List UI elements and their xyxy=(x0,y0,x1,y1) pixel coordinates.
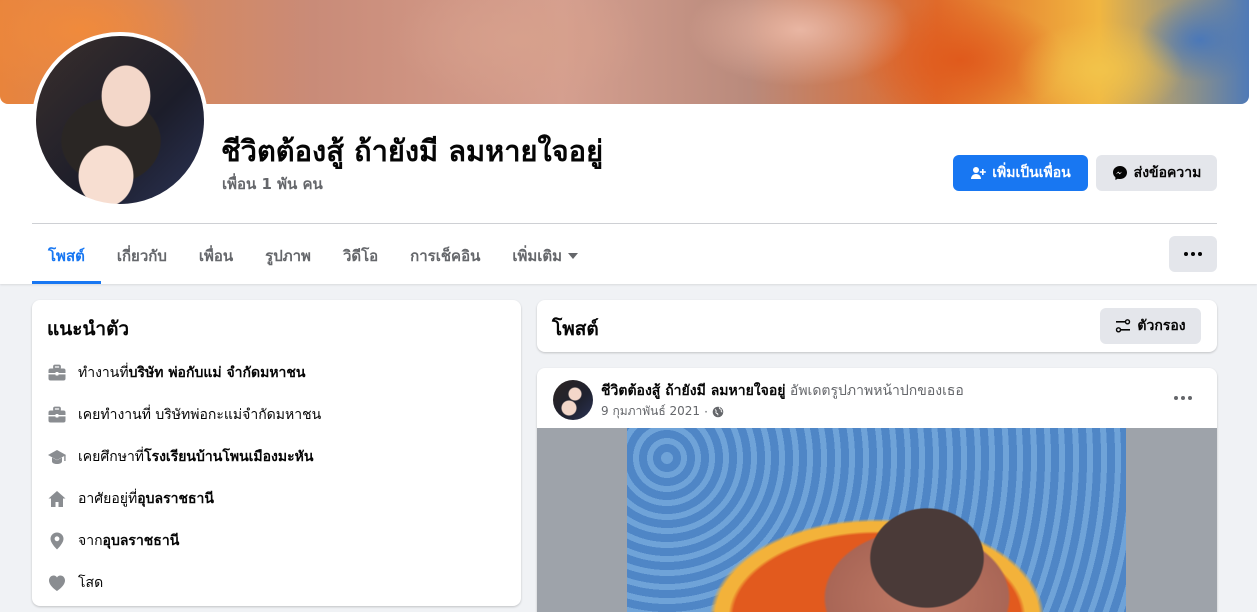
intro-work-prefix: ทำงานที่ xyxy=(78,365,129,381)
filter-button[interactable]: ตัวกรอง xyxy=(1100,308,1201,344)
post-card: ชีวิตต้องสู้ ถ้ายังมี ลมหายใจอยู่ อัพเดต… xyxy=(537,368,1217,612)
intro-item-education: เคยศึกษาที่ โรงเรียนบ้านโพนเมืองมะหัน xyxy=(46,436,321,478)
ellipsis-icon xyxy=(1184,252,1188,256)
divider xyxy=(32,223,1217,224)
posts-header-card: โพสต์ ตัวกรอง xyxy=(537,300,1217,352)
graduation-cap-icon xyxy=(46,446,68,468)
profile-header: ชีวิตต้องสู้ ถ้ายังมี ลมหายใจอยู่ เพื่อน… xyxy=(0,0,1257,284)
post-photo[interactable] xyxy=(627,428,1126,612)
filter-label: ตัวกรอง xyxy=(1137,318,1186,334)
caret-down-icon xyxy=(568,253,579,259)
post-header: ชีวิตต้องสู้ ถ้ายังมี ลมหายใจอยู่ อัพเดต… xyxy=(601,380,964,402)
more-options-button[interactable] xyxy=(1169,236,1217,272)
ellipsis-dot xyxy=(1191,252,1195,256)
intro-list: ทำงานที่ บริษัท พ่อกับแม่ จำกัดมหาชน เคย… xyxy=(46,352,321,604)
intro-education-value[interactable]: โรงเรียนบ้านโพนเมืองมะหัน xyxy=(144,446,313,468)
intro-title: แนะนำตัว xyxy=(47,318,130,340)
post-more-options-button[interactable] xyxy=(1167,388,1199,408)
tab-photos[interactable]: รูปภาพ xyxy=(249,228,327,284)
intro-past-work-text: เคยทำงานที่ บริษัทพ่อกะแม่จำกัดมหาชน xyxy=(78,407,322,423)
intro-item-lives-in: อาศัยอยู่ที่ อุบลราชธานี xyxy=(46,478,321,520)
briefcase-icon xyxy=(46,362,68,384)
intro-item-work: ทำงานที่ บริษัท พ่อกับแม่ จำกัดมหาชน xyxy=(46,352,321,394)
location-pin-icon xyxy=(46,530,68,552)
tab-videos-label: วิดีโอ xyxy=(342,247,379,265)
intro-from-prefix: จาก xyxy=(78,533,103,549)
ellipsis-icon xyxy=(1174,396,1178,400)
intro-item-past-work: เคยทำงานที่ บริษัทพ่อกะแม่จำกัดมหาชน xyxy=(46,394,321,436)
tab-photos-label: รูปภาพ xyxy=(265,247,311,265)
filter-icon xyxy=(1116,319,1131,333)
intro-from-value[interactable]: อุบลราชธานี xyxy=(103,530,180,552)
tab-friends[interactable]: เพื่อน xyxy=(183,228,249,284)
post-meta-separator: · xyxy=(704,404,708,419)
ellipsis-dot xyxy=(1188,396,1192,400)
globe-icon xyxy=(712,406,724,417)
intro-card: แนะนำตัว ทำงานที่ บริษัท พ่อกับแม่ จำกัด… xyxy=(32,300,521,606)
tab-about-label: เกี่ยวกับ xyxy=(116,247,167,265)
profile-tabs: โพสต์ เกี่ยวกับ เพื่อน รูปภาพ วิดีโอ การ… xyxy=(32,228,594,284)
tab-posts[interactable]: โพสต์ xyxy=(32,228,101,284)
message-button[interactable]: ส่งข้อความ xyxy=(1096,155,1217,191)
post-action-text: อัพเดตรูปภาพหน้าปกของเธอ xyxy=(789,383,964,399)
intro-lives-in-value[interactable]: อุบลราชธานี xyxy=(137,488,214,510)
messenger-icon xyxy=(1112,166,1127,180)
profile-name: ชีวิตต้องสู้ ถ้ายังมี ลมหายใจอยู่ xyxy=(221,134,604,168)
tab-more[interactable]: เพิ่มเติม xyxy=(496,228,594,284)
ellipsis-dot xyxy=(1198,252,1202,256)
profile-picture[interactable] xyxy=(36,36,204,204)
tab-about[interactable]: เกี่ยวกับ xyxy=(101,228,183,284)
tab-check-ins-label: การเช็คอิน xyxy=(410,247,481,265)
post-media xyxy=(537,428,1217,612)
message-label: ส่งข้อความ xyxy=(1133,165,1202,181)
posts-title: โพสต์ xyxy=(552,318,599,340)
tab-more-label: เพิ่มเติม xyxy=(512,247,563,265)
intro-item-from: จาก อุบลราชธานี xyxy=(46,520,321,562)
friends-count[interactable]: เพื่อน 1 พัน คน xyxy=(222,172,323,196)
post-author-avatar[interactable] xyxy=(553,380,593,420)
tab-posts-label: โพสต์ xyxy=(48,247,85,265)
tab-check-ins[interactable]: การเช็คอิน xyxy=(394,228,496,284)
home-icon xyxy=(46,488,68,510)
ellipsis-dot xyxy=(1181,396,1185,400)
post-author-name[interactable]: ชีวิตต้องสู้ ถ้ายังมี ลมหายใจอยู่ xyxy=(601,383,785,399)
add-friend-button[interactable]: เพิ่มเป็นเพื่อน xyxy=(953,155,1088,191)
post-meta: 9 กุมภาพันธ์ 2021 · xyxy=(601,402,724,421)
add-friend-icon xyxy=(971,167,987,179)
tab-videos[interactable]: วิดีโอ xyxy=(327,228,394,284)
add-friend-label: เพิ่มเป็นเพื่อน xyxy=(992,165,1071,181)
intro-education-prefix: เคยศึกษาที่ xyxy=(78,449,145,465)
post-date[interactable]: 9 กุมภาพันธ์ 2021 xyxy=(601,402,700,421)
profile-picture-frame[interactable] xyxy=(32,32,208,208)
intro-lives-in-prefix: อาศัยอยู่ที่ xyxy=(78,491,138,507)
tab-friends-label: เพื่อน xyxy=(198,247,234,265)
heart-icon xyxy=(46,572,68,594)
intro-item-relationship: โสด xyxy=(46,562,321,604)
briefcase-icon xyxy=(46,404,68,426)
intro-work-value[interactable]: บริษัท พ่อกับแม่ จำกัดมหาชน xyxy=(129,362,306,384)
intro-relationship-text: โสด xyxy=(78,575,104,591)
